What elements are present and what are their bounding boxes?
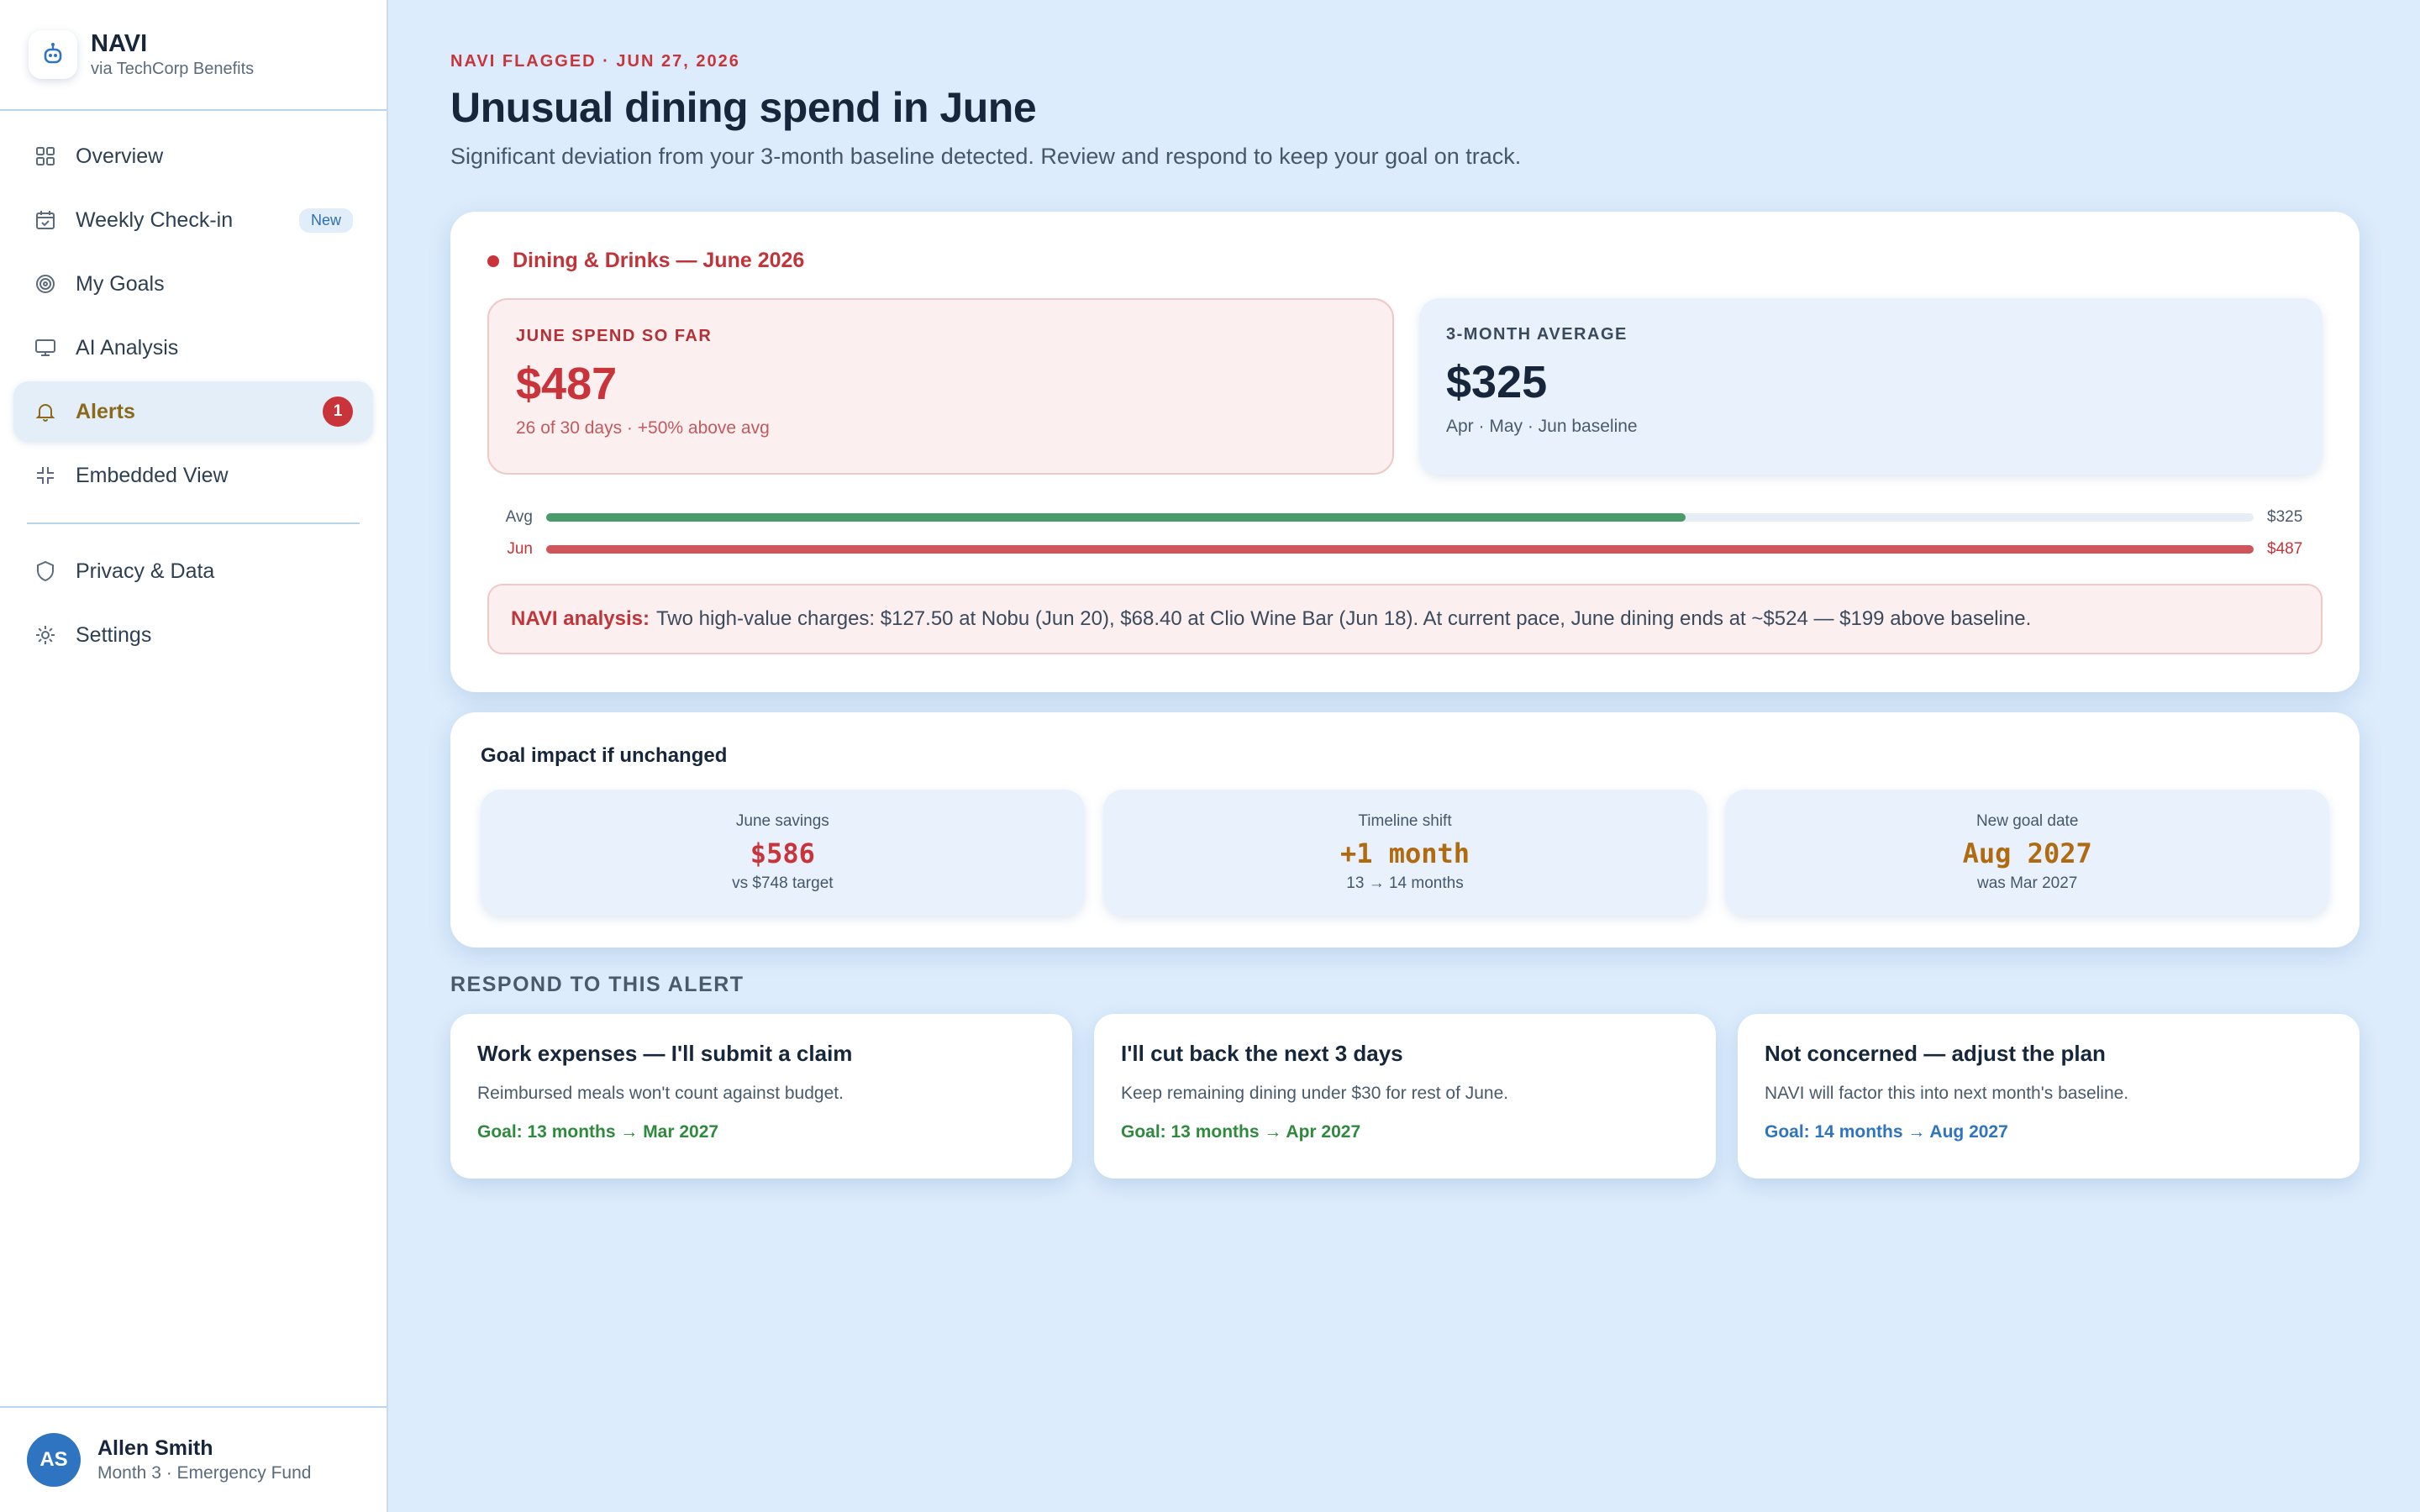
option-desc: Reimbursed meals won't count against bud… [477,1084,844,1103]
comparison-bars: Avg $325 Jun $487 [487,501,2323,565]
page-title: Unusual dining spend in June [450,84,1037,131]
grid-icon [34,144,57,168]
impact-june-savings: June savings $586 vs $748 target [481,790,1085,916]
user-profile[interactable]: AS Allen Smith Month 3 · Emergency Fund [0,1406,387,1512]
stat-row: JUNE SPEND SO FAR $487 26 of 30 days · +… [487,298,2323,475]
nav-divider [27,522,360,524]
impact-label: New goal date [1975,812,2079,830]
respond-options: Work expenses — I'll submit a claim Reim… [450,1014,2360,1179]
brand-subtitle: via TechCorp Benefits [91,60,255,78]
impact-label: Timeline shift [1358,812,1452,830]
bar-label: Avg [505,508,533,526]
bar-row-avg: Avg $325 [487,501,2323,533]
bar-track [546,545,2254,554]
june-spend-box: JUNE SPEND SO FAR $487 26 of 30 days · +… [487,298,1394,475]
main-content: NAVI FLAGGED · JUN 27, 2026 Unusual dini… [388,0,2420,1512]
impact-label: June savings [735,812,829,830]
sidebar-item-label: Overview [76,144,164,168]
june-spend-note: 26 of 30 days · +50% above avg [516,418,770,438]
option-goal: Goal: 14 months → Aug 2027 [1765,1122,2008,1142]
page-subtitle: Significant deviation from your 3-month … [450,144,1522,169]
option-desc: Keep remaining dining under $30 for rest… [1121,1084,1509,1103]
impact-value: +1 month [1339,837,1470,869]
bar-row-jun: Jun $487 [487,533,2323,565]
impact-sub: was Mar 2027 [1977,874,2078,892]
alert-card: Dining & Drinks — June 2026 JUNE SPEND S… [450,212,2360,692]
option-title: Not concerned — adjust the plan [1765,1041,2106,1066]
option-title: I'll cut back the next 3 days [1121,1041,1403,1066]
category-line: Dining & Drinks — June 2026 [487,249,2323,273]
impact-timeline-shift: Timeline shift +1 month 13 → 14 months [1102,790,1707,916]
option-title: Work expenses — I'll submit a claim [477,1041,853,1066]
option-goal: Goal: 13 months → Mar 2027 [477,1122,719,1142]
sidebar-item-my-goals[interactable]: My Goals [13,254,373,314]
june-spend-label: JUNE SPEND SO FAR [516,327,713,345]
average-value: $325 [1446,357,1548,407]
navi-logo-icon [29,30,77,79]
sidebar-nav: Overview Weekly Check-in New My Goals AI… [0,111,387,665]
app-root: NAVI via TechCorp Benefits Overview Week… [0,0,2420,1512]
bell-icon [34,400,57,423]
average-box: 3-MONTH AVERAGE $325 Apr · May · Jun bas… [1419,298,2323,475]
impact-value: $586 [750,837,815,869]
analysis-label: NAVI analysis: [511,607,650,630]
sidebar-item-weekly-checkin[interactable]: Weekly Check-in New [13,190,373,250]
navi-analysis: NAVI analysis: Two high-value charges: $… [487,584,2323,654]
monitor-icon [34,336,57,360]
option-goal: Goal: 13 months → Apr 2027 [1121,1122,1361,1142]
goal-impact-card: Goal impact if unchanged June savings $5… [450,712,2360,948]
bar-value: $325 [2267,508,2303,526]
sidebar-item-label: Settings [76,622,152,647]
sidebar-item-label: Alerts [76,399,135,423]
status-dot-icon [487,255,499,267]
brand-header: NAVI via TechCorp Benefits [0,0,387,111]
bar-track [546,513,2254,522]
bar-fill-avg [546,513,1686,522]
sidebar-item-ai-analysis[interactable]: AI Analysis [13,318,373,378]
sidebar-item-overview[interactable]: Overview [13,126,373,186]
brand-name: NAVI [91,30,148,57]
impact-sub: vs $748 target [732,874,834,892]
new-badge: New [298,207,353,233]
sidebar-item-alerts[interactable]: Alerts 1 [13,381,373,442]
sidebar-item-privacy[interactable]: Privacy & Data [13,541,373,601]
respond-option-cut-back[interactable]: I'll cut back the next 3 days Keep remai… [1094,1014,1716,1179]
bar-value: $487 [2267,540,2303,558]
calendar-icon [34,208,57,232]
embed-icon [34,464,57,487]
sidebar-item-label: AI Analysis [76,335,179,360]
sidebar: NAVI via TechCorp Benefits Overview Week… [0,0,388,1512]
june-spend-value: $487 [516,359,618,409]
bar-label: Jun [507,540,533,558]
alert-count-badge: 1 [323,396,353,427]
impact-title: Goal impact if unchanged [481,744,728,767]
alert-eyebrow: NAVI FLAGGED · JUN 27, 2026 [450,52,740,71]
impact-new-goal-date: New goal date Aug 2027 was Mar 2027 [1725,790,2330,916]
option-desc: NAVI will factor this into next month's … [1765,1084,2129,1103]
gear-icon [34,623,57,647]
shield-icon [34,559,57,583]
bar-fill-jun [546,545,2254,554]
user-name: Allen Smith [97,1436,213,1460]
sidebar-item-settings[interactable]: Settings [13,605,373,665]
respond-option-work-expenses[interactable]: Work expenses — I'll submit a claim Reim… [450,1014,1072,1179]
respond-heading: RESPOND TO THIS ALERT [450,973,744,996]
sidebar-item-embedded-view[interactable]: Embedded View [13,445,373,506]
sidebar-item-label: Embedded View [76,463,229,487]
sidebar-item-label: Weekly Check-in [76,207,234,232]
respond-option-adjust-plan[interactable]: Not concerned — adjust the plan NAVI wil… [1738,1014,2360,1179]
sidebar-item-label: Privacy & Data [76,559,215,583]
impact-sub: 13 → 14 months [1346,874,1464,892]
target-icon [34,272,57,296]
average-note: Apr · May · Jun baseline [1446,417,1638,436]
average-label: 3-MONTH AVERAGE [1446,325,1628,344]
category-label: Dining & Drinks — June 2026 [513,249,805,272]
analysis-text: Two high-value charges: $127.50 at Nobu … [655,607,2032,630]
impact-row: June savings $586 vs $748 target Timelin… [481,790,2330,916]
impact-value: Aug 2027 [1962,837,2092,869]
user-subtitle: Month 3 · Emergency Fund [97,1463,312,1483]
sidebar-item-label: My Goals [76,271,165,296]
avatar: AS [27,1433,81,1487]
